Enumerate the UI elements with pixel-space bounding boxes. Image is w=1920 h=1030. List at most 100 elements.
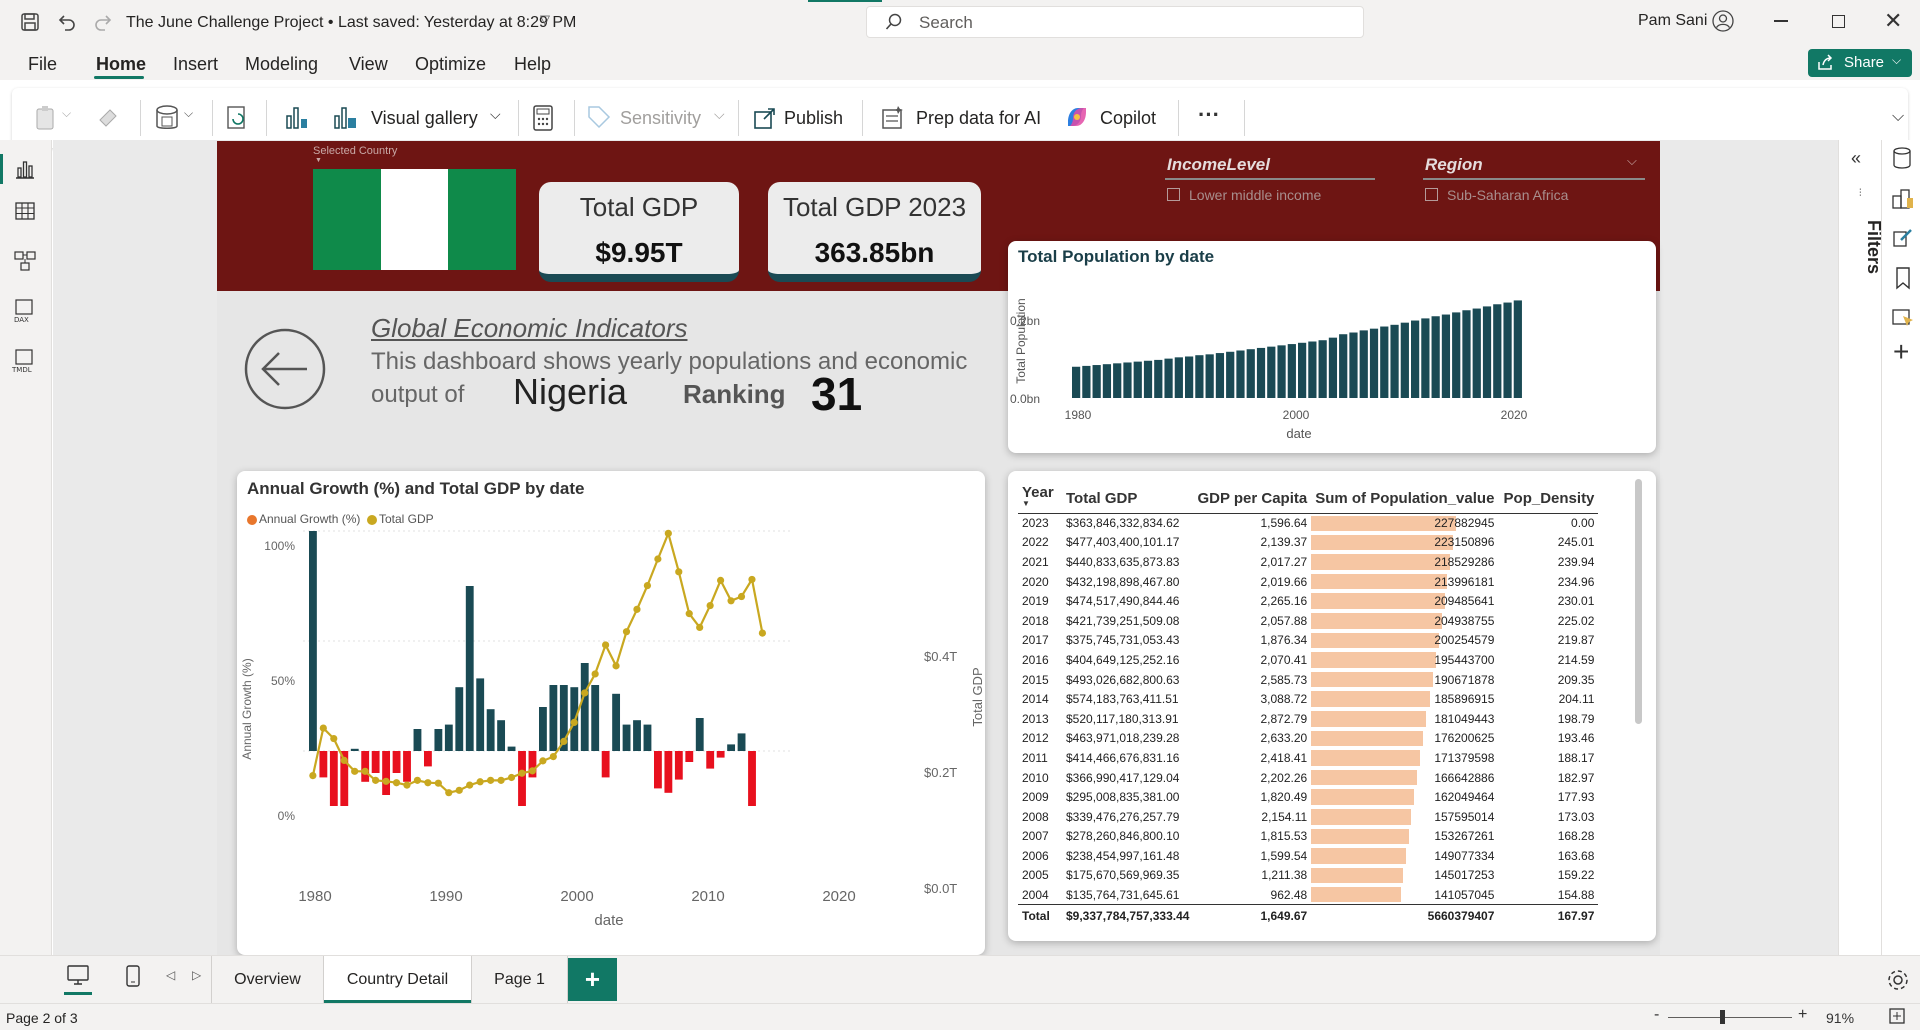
get-data-chevron-icon[interactable]: ⌵ [184, 106, 193, 121]
annual-growth-bar[interactable] [424, 751, 432, 767]
annual-growth-bar[interactable] [591, 685, 600, 751]
report-view-icon[interactable] [14, 158, 36, 180]
prep-data-label[interactable]: Prep data for AI [916, 108, 1041, 129]
annual-growth-bar[interactable] [706, 751, 715, 769]
total-gdp-point[interactable] [549, 753, 557, 761]
annual-growth-bar[interactable] [716, 751, 725, 758]
annual-growth-bar[interactable] [549, 685, 558, 751]
growth-gdp-chart-card[interactable]: Annual Growth (%) and Total GDP by date … [237, 471, 985, 955]
total-gdp-point[interactable] [340, 756, 348, 764]
population-bar[interactable] [1092, 365, 1101, 398]
total-gdp-point[interactable] [518, 769, 526, 777]
tab-overview[interactable]: Overview [211, 956, 323, 1003]
title-dropdown-icon[interactable]: ▽ [540, 12, 550, 28]
total-gdp-point[interactable] [581, 689, 589, 697]
total-gdp-point[interactable] [382, 777, 390, 785]
total-gdp-point[interactable] [361, 767, 369, 775]
column-header-gdp-per-capita[interactable]: GDP per Capita [1193, 479, 1312, 514]
visual-gallery-label[interactable]: Visual gallery [371, 108, 478, 129]
annual-growth-bar[interactable] [664, 751, 673, 793]
total-gdp-point[interactable] [455, 786, 463, 794]
table-row[interactable]: 2010 $366,990,417,129.04 2,202.26 166642886… [1018, 768, 1598, 788]
maximize-icon[interactable] [1832, 15, 1845, 28]
total-gdp-point[interactable] [445, 789, 453, 797]
annual-growth-bar[interactable] [486, 709, 495, 751]
total-gdp-point[interactable] [748, 575, 756, 584]
table-row[interactable]: 2015 $493,026,682,800.63 2,585.73 190671878… [1018, 670, 1598, 690]
table-row[interactable]: 2006 $238,454,997,161.48 1,599.54 149077334… [1018, 846, 1598, 866]
save-icon[interactable] [20, 12, 40, 32]
total-gdp-point[interactable] [675, 568, 683, 576]
table-row[interactable]: 2005 $175,670,569,969.35 1,211.38 145017253… [1018, 866, 1598, 886]
population-bar[interactable] [1421, 318, 1430, 398]
population-bar[interactable] [1411, 320, 1420, 398]
menu-optimize[interactable]: Optimize [415, 54, 486, 75]
menu-home[interactable]: Home [96, 54, 146, 75]
annual-growth-bar[interactable] [654, 751, 662, 789]
total-gdp-point[interactable] [330, 734, 338, 743]
paste-chevron-icon[interactable]: ⌵ [62, 106, 71, 121]
table-row[interactable]: 2014 $574,183,763,411.51 3,088.72 185896915… [1018, 689, 1598, 709]
population-bar[interactable] [1369, 328, 1379, 398]
redo-icon[interactable] [94, 12, 114, 32]
column-header-pop-density[interactable]: Pop_Density [1498, 479, 1599, 514]
total-gdp-point[interactable] [737, 592, 746, 601]
tmdl-view-icon[interactable]: TMDL [10, 348, 40, 374]
table-row[interactable]: 2009 $295,008,835,381.00 1,820.49 162049464… [1018, 787, 1598, 807]
bookmark-icon[interactable] [1893, 266, 1913, 290]
annual-growth-bar[interactable] [309, 531, 317, 751]
population-bar[interactable] [1482, 306, 1492, 398]
menu-file[interactable]: File [28, 54, 57, 75]
annual-growth-bar[interactable] [319, 751, 328, 778]
table-row[interactable]: 2013 $520,117,180,313.91 2,872.79 181049443… [1018, 709, 1598, 729]
total-gdp-point[interactable] [392, 779, 401, 787]
copilot-label[interactable]: Copilot [1100, 108, 1156, 129]
visualizations-pane-icon[interactable] [1891, 186, 1915, 210]
annual-growth-bar[interactable] [413, 729, 422, 751]
annual-growth-bar[interactable] [507, 746, 516, 751]
back-arrow-icon[interactable] [243, 327, 327, 411]
total-gdp-point[interactable] [685, 610, 693, 618]
population-bar[interactable] [1339, 334, 1348, 398]
population-bar[interactable] [1298, 342, 1307, 398]
table-row[interactable]: 2018 $421,739,251,509.08 2,057.88 204938755… [1018, 611, 1598, 631]
population-bar[interactable] [1256, 347, 1266, 398]
tab-country-detail[interactable]: Country Detail [323, 956, 471, 1003]
total-gdp-point[interactable] [309, 772, 317, 780]
population-bar[interactable] [1513, 300, 1522, 398]
population-bar[interactable] [1318, 340, 1327, 398]
calculator-icon[interactable] [532, 104, 554, 132]
population-bar[interactable] [1287, 344, 1296, 398]
population-bar[interactable] [1164, 358, 1173, 398]
annual-growth-bar[interactable] [612, 693, 621, 751]
copilot-icon[interactable] [1064, 104, 1090, 130]
annual-growth-bar[interactable] [518, 751, 526, 806]
model-view-icon[interactable] [14, 250, 36, 272]
slicer-chevron-icon[interactable]: ⌵ [1627, 153, 1637, 169]
menu-insert[interactable]: Insert [173, 54, 218, 75]
population-bar[interactable] [1462, 310, 1471, 398]
total-gdp-point[interactable] [371, 776, 380, 784]
refresh-icon[interactable] [224, 104, 250, 132]
total-gdp-point[interactable] [633, 605, 641, 613]
slicer-checkbox[interactable] [1425, 188, 1438, 201]
annual-growth-bar[interactable] [371, 751, 380, 773]
total-gdp-point[interactable] [696, 623, 704, 631]
population-bar[interactable] [1185, 356, 1194, 398]
table-row[interactable]: 2011 $414,466,676,831.16 2,418.41 171379598… [1018, 748, 1598, 768]
total-gdp-point[interactable] [539, 757, 547, 765]
total-gdp-point[interactable] [497, 776, 505, 784]
more-options-icon[interactable]: ··· [1198, 102, 1220, 128]
table-view-icon[interactable] [14, 200, 36, 222]
tab-page-1[interactable]: Page 1 [471, 956, 568, 1003]
population-bar[interactable] [1143, 360, 1153, 398]
column-header-population[interactable]: Sum of Population_value [1311, 479, 1499, 514]
table-row[interactable]: 2016 $404,649,125,252.16 2,070.41 195443700… [1018, 650, 1598, 670]
annual-growth-bar[interactable] [674, 751, 683, 780]
zoom-slider-thumb[interactable] [1720, 1010, 1725, 1024]
gdp-population-table-card[interactable]: Year ▼ Total GDP GDP per Capita Sum of Po… [1008, 471, 1656, 941]
dax-query-view-icon[interactable]: DAX [12, 298, 38, 324]
population-bar[interactable] [1472, 308, 1481, 398]
total-gdp-point[interactable] [424, 779, 432, 787]
collapse-filters-icon[interactable]: « [1851, 148, 1861, 169]
